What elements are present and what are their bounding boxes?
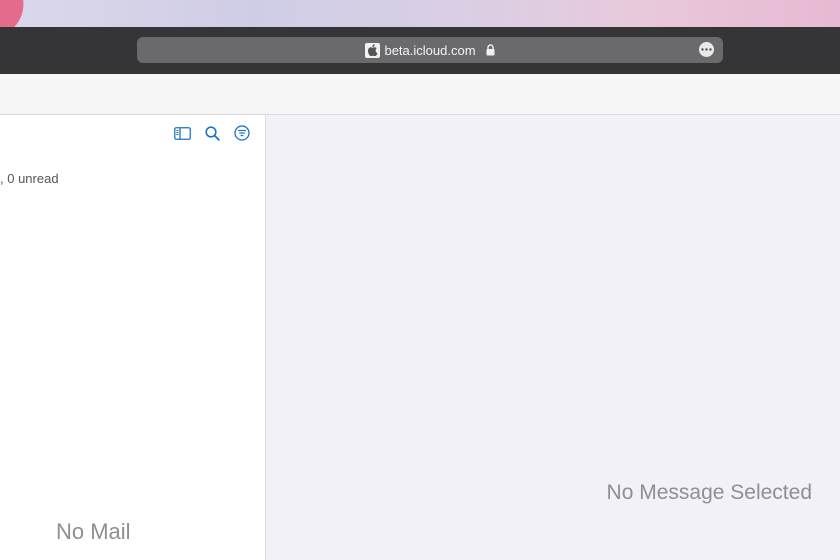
sidebar-toggle-icon[interactable]: [173, 124, 191, 142]
ellipsis-circle-icon[interactable]: [699, 42, 714, 57]
search-icon[interactable]: [203, 124, 221, 142]
address-bar[interactable]: beta.icloud.com: [137, 37, 723, 63]
browser-toolbar: beta.icloud.com: [0, 27, 840, 74]
no-message-placeholder: No Message Selected: [606, 481, 812, 504]
no-mail-placeholder: No Mail: [56, 519, 131, 544]
mail-list-pane: , 0 unread No Mail: [0, 115, 266, 560]
filter-icon[interactable]: [233, 124, 251, 142]
address-content: beta.icloud.com: [137, 37, 723, 63]
list-toolbar: [173, 124, 251, 142]
url-text: beta.icloud.com: [384, 42, 476, 58]
app-toolbar: [0, 74, 840, 115]
message-view-pane: No Message Selected: [266, 115, 840, 560]
desktop-wallpaper: [0, 0, 840, 27]
unread-count: , 0 unread: [0, 171, 59, 186]
lock-icon: [486, 44, 495, 56]
apple-logo-icon: [365, 42, 381, 58]
